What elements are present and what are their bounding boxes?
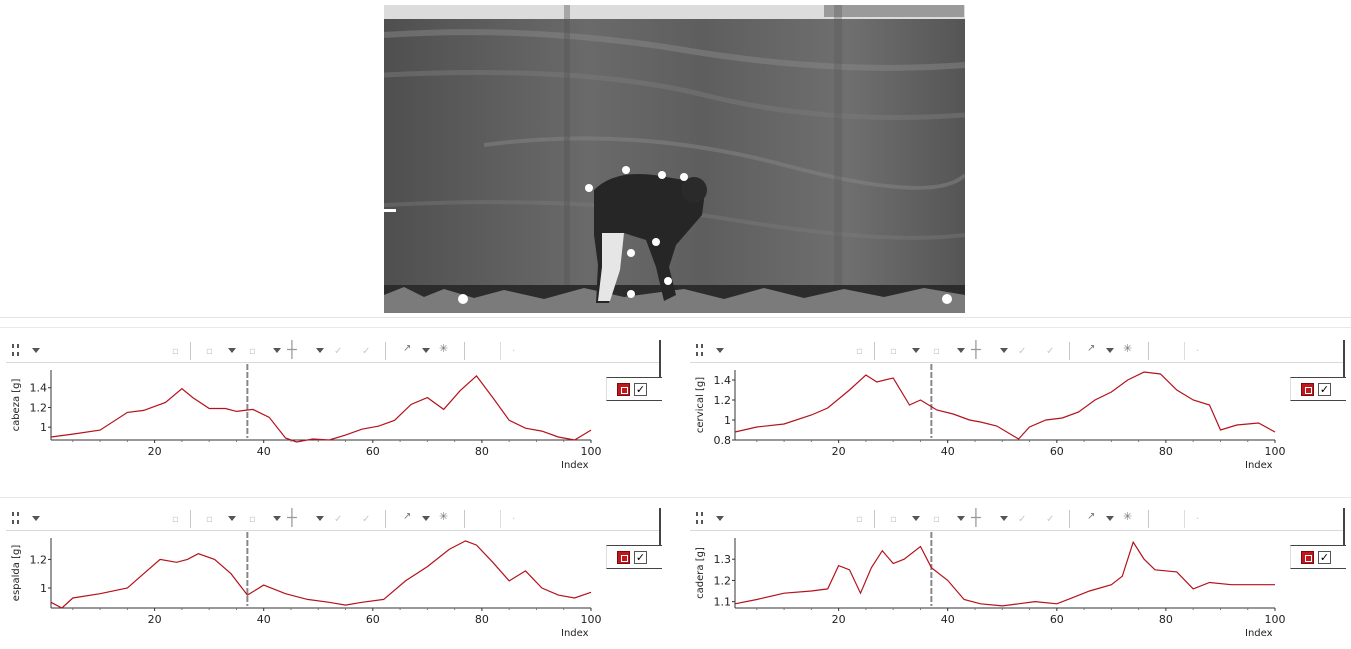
y-tick-label: 1 bbox=[40, 582, 47, 595]
plot-area[interactable]: 1 1.2 1.4 20 40 60 80 100 cabeza [g] Index bbox=[6, 340, 611, 480]
series-line bbox=[50, 540, 592, 609]
x-axis-label: Index bbox=[561, 628, 589, 639]
y-tick-label: 0.8 bbox=[714, 434, 732, 447]
x-tick-label: 60 bbox=[1050, 613, 1064, 626]
x-axis-label: Index bbox=[1245, 628, 1273, 639]
x-tick-label: 20 bbox=[832, 445, 846, 458]
x-tick-label: 80 bbox=[475, 445, 489, 458]
series-visible-checkbox[interactable]: ✓ bbox=[1318, 551, 1331, 564]
panel-divider bbox=[0, 497, 1351, 498]
y-tick-label: 1.3 bbox=[714, 553, 732, 566]
x-tick-label: 60 bbox=[1050, 445, 1064, 458]
x-tick-label: 80 bbox=[475, 613, 489, 626]
series-color-icon[interactable] bbox=[617, 551, 630, 564]
legend-border bbox=[659, 340, 661, 378]
panel-divider bbox=[0, 327, 1351, 328]
line-chart[interactable]: 1.1 1.2 1.3 20 40 60 80 100 cadera [g] Index bbox=[690, 508, 1295, 648]
series-line bbox=[734, 371, 1276, 440]
plot-area[interactable]: 0.8 1 1.2 1.4 20 40 60 80 100 cervical [g] Index bbox=[690, 340, 1295, 480]
x-tick-label: 80 bbox=[1159, 613, 1173, 626]
line-chart[interactable]: 1 1.2 20 40 60 80 100 espalda [g] Index bbox=[6, 508, 611, 648]
plot-panel-cadera: ▫ ▫ ▫ ┼ ✓ ✓ ↗ ✳ · 1.1 1.2 1.3 20 40 60 80 100 ca… bbox=[690, 508, 1346, 648]
y-tick-label: 1.4 bbox=[714, 374, 732, 387]
x-tick-label: 40 bbox=[941, 613, 955, 626]
x-tick-label: 40 bbox=[257, 613, 271, 626]
series-line bbox=[50, 375, 592, 443]
video-view bbox=[0, 0, 1351, 318]
x-tick-label: 60 bbox=[366, 445, 380, 458]
y-tick-label: 1.4 bbox=[30, 382, 48, 395]
y-tick-label: 1.1 bbox=[714, 596, 732, 609]
legend-border bbox=[1343, 508, 1345, 546]
x-tick-label: 100 bbox=[1265, 613, 1286, 626]
motion-capture-image bbox=[384, 5, 965, 313]
x-tick-label: 100 bbox=[1265, 445, 1286, 458]
series-visible-checkbox[interactable]: ✓ bbox=[634, 551, 647, 564]
plot-area[interactable]: 1 1.2 20 40 60 80 100 espalda [g] Index bbox=[6, 508, 611, 648]
series-visible-checkbox[interactable]: ✓ bbox=[634, 383, 647, 396]
plot-area[interactable]: 1.1 1.2 1.3 20 40 60 80 100 cadera [g] Index bbox=[690, 508, 1295, 648]
series-visible-checkbox[interactable]: ✓ bbox=[1318, 383, 1331, 396]
y-tick-label: 1.2 bbox=[714, 574, 732, 587]
y-tick-label: 1.2 bbox=[30, 553, 48, 566]
y-tick-label: 1.2 bbox=[30, 401, 48, 414]
line-chart[interactable]: 1 1.2 1.4 20 40 60 80 100 cabeza [g] Index bbox=[6, 340, 611, 480]
x-tick-label: 20 bbox=[148, 613, 162, 626]
video-frame bbox=[384, 5, 965, 313]
y-tick-label: 1 bbox=[40, 421, 47, 434]
y-axis-label: cervical [g] bbox=[695, 377, 706, 433]
plot-panel-cabeza: ▫ ▫ ▫ ┼ ✓ ✓ ↗ ✳ · 1 1.2 1.4 20 40 60 80 100 cabe… bbox=[6, 340, 662, 480]
x-tick-label: 60 bbox=[366, 613, 380, 626]
x-tick-label: 20 bbox=[148, 445, 162, 458]
series-color-icon[interactable] bbox=[1301, 551, 1314, 564]
y-tick-label: 1 bbox=[724, 414, 731, 427]
plot-panel-espalda: ▫ ▫ ▫ ┼ ✓ ✓ ↗ ✳ · 1 1.2 20 40 60 80 100 espalda… bbox=[6, 508, 662, 648]
x-tick-label: 80 bbox=[1159, 445, 1173, 458]
y-axis-label: espalda [g] bbox=[11, 545, 22, 602]
y-axis-label: cabeza [g] bbox=[11, 378, 22, 431]
x-tick-label: 40 bbox=[257, 445, 271, 458]
x-tick-label: 100 bbox=[581, 613, 602, 626]
x-axis-label: Index bbox=[1245, 460, 1273, 471]
y-axis-label: cadera [g] bbox=[695, 547, 706, 599]
line-chart[interactable]: 0.8 1 1.2 1.4 20 40 60 80 100 cervical [g] Index bbox=[690, 340, 1295, 480]
plot-panel-cervical: ▫ ▫ ▫ ┼ ✓ ✓ ↗ ✳ · 0.8 1 1.2 1.4 20 40 60 80 100 c… bbox=[690, 340, 1346, 480]
series-color-icon[interactable] bbox=[617, 383, 630, 396]
series-color-icon[interactable] bbox=[1301, 383, 1314, 396]
series-line bbox=[734, 540, 1275, 607]
y-tick-label: 1.2 bbox=[714, 394, 732, 407]
legend-border bbox=[1343, 340, 1345, 378]
x-tick-label: 20 bbox=[832, 613, 846, 626]
x-tick-label: 40 bbox=[941, 445, 955, 458]
x-tick-label: 100 bbox=[581, 445, 602, 458]
x-axis-label: Index bbox=[561, 460, 589, 471]
legend-border bbox=[659, 508, 661, 546]
